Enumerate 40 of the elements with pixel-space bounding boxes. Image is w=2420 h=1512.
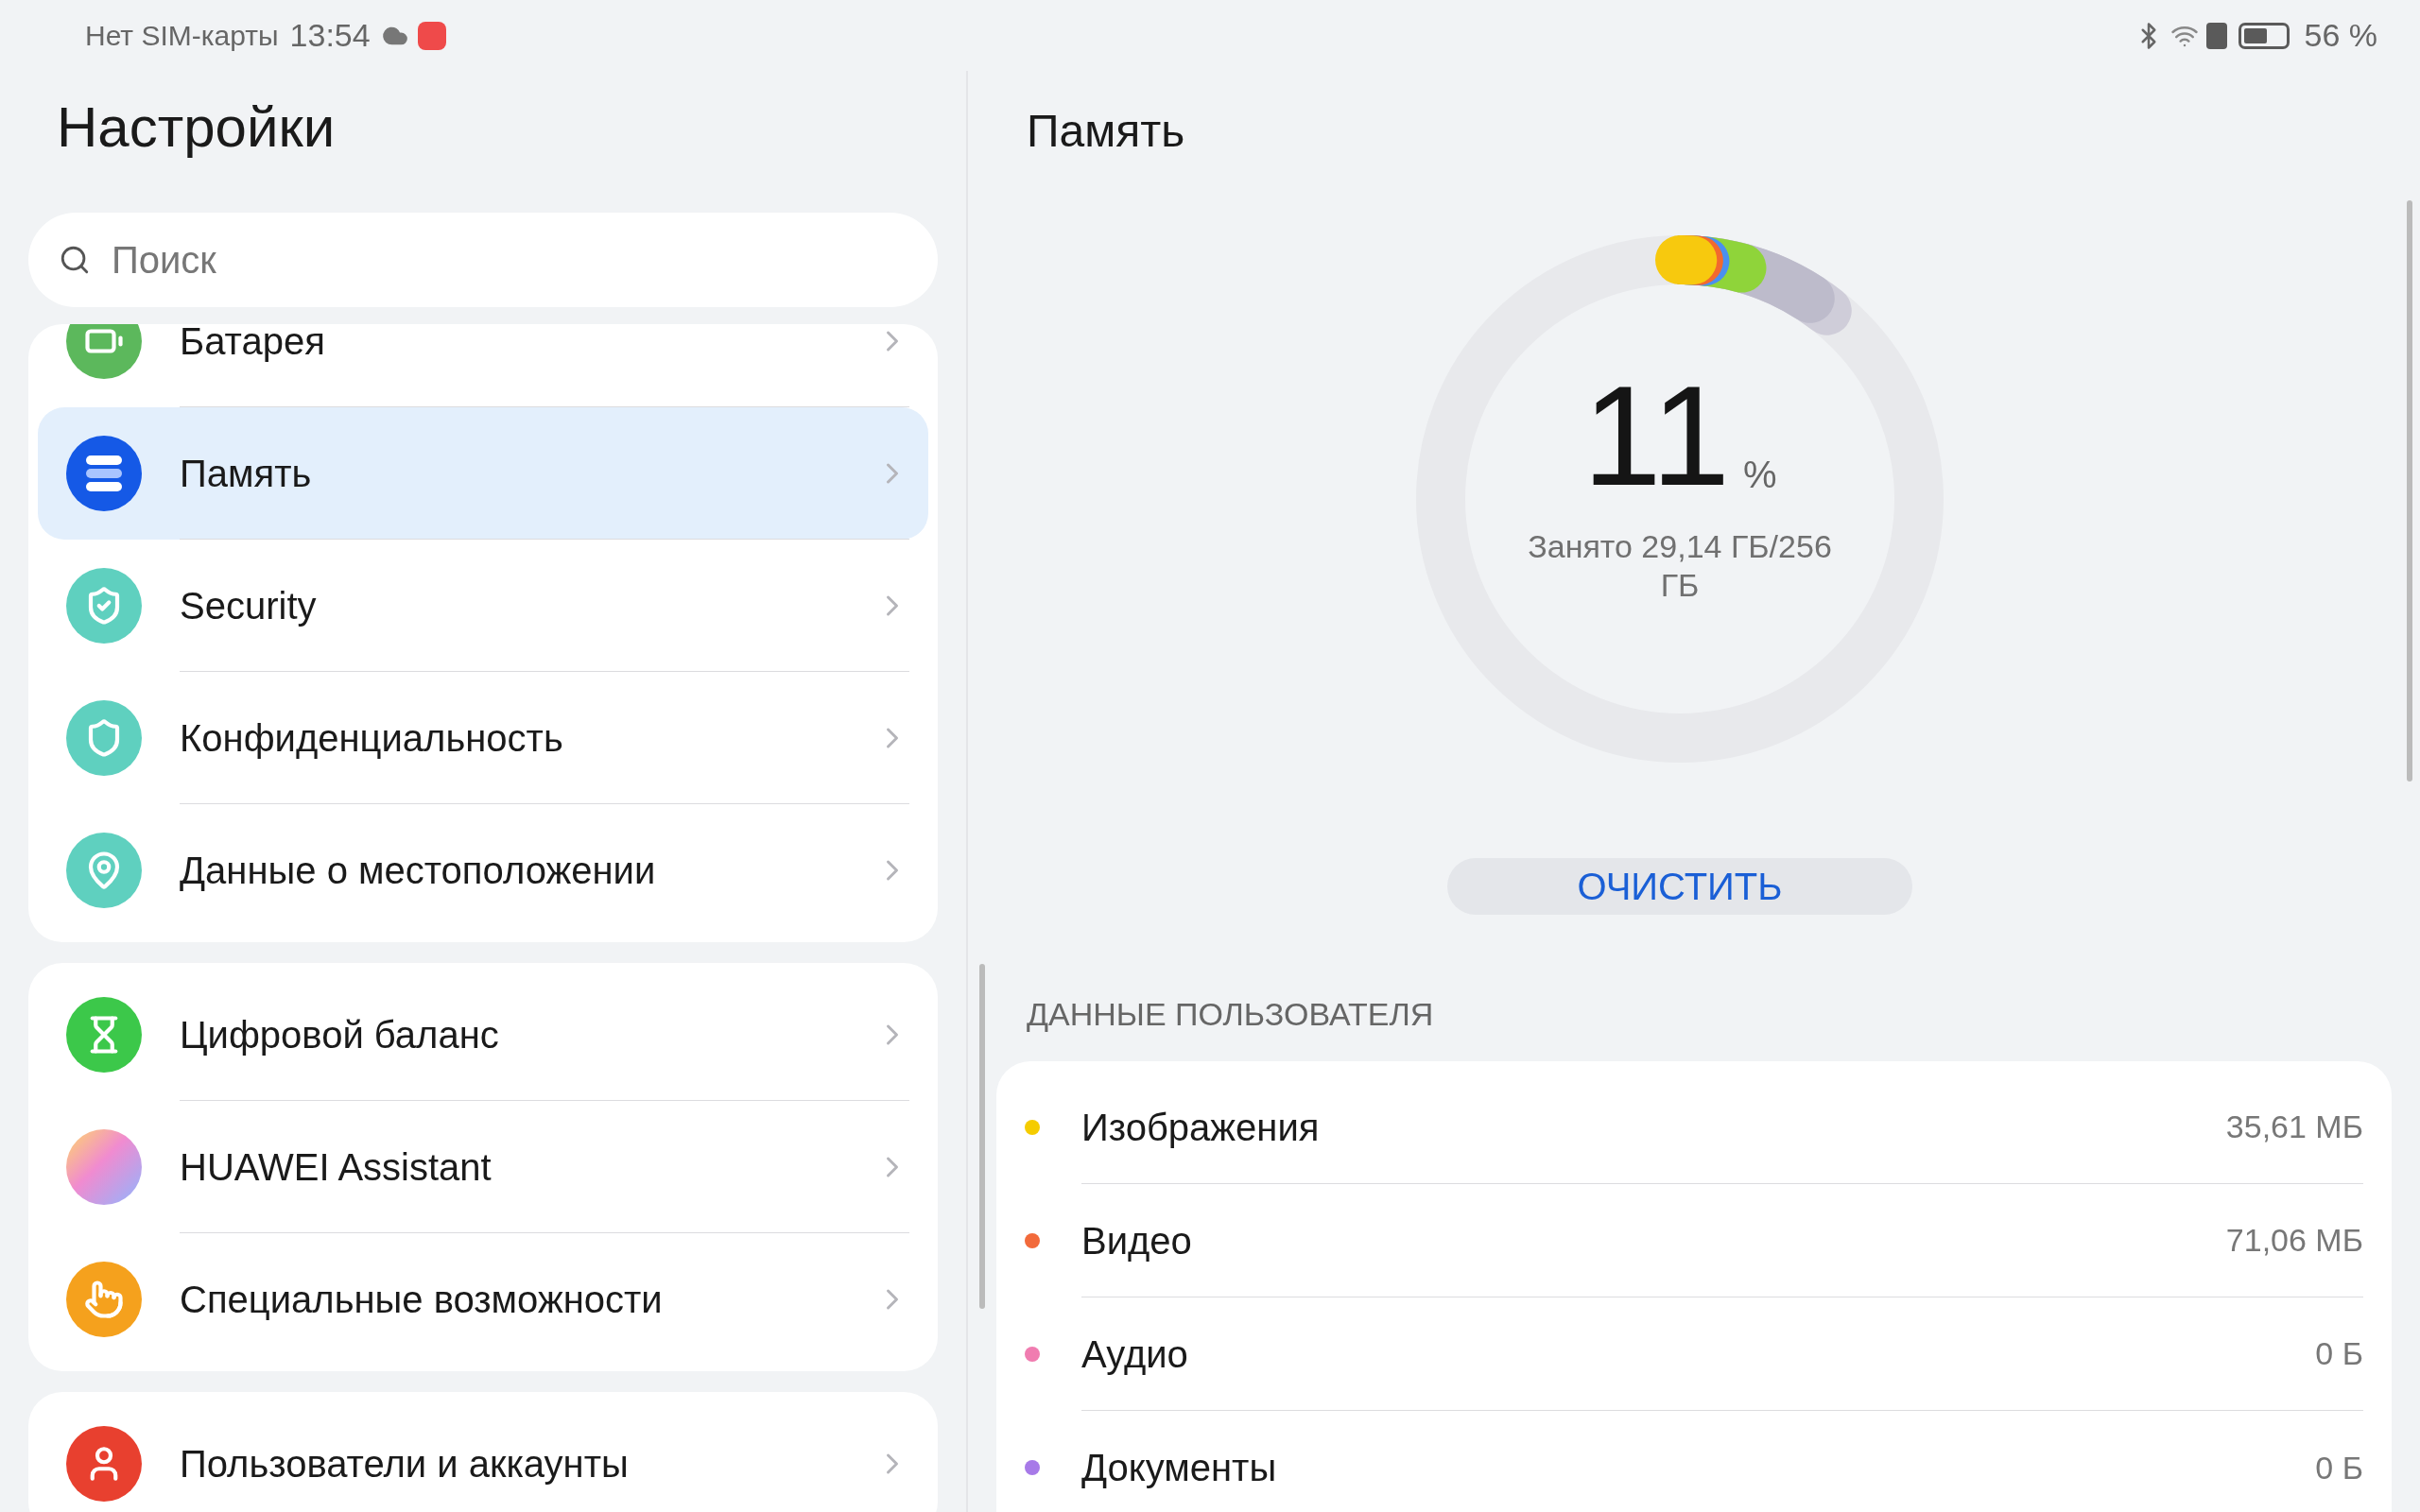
settings-row[interactable]: Конфиденциальность xyxy=(38,672,928,804)
usage-percent: 11 xyxy=(1582,365,1731,507)
category-size: 35,61 МБ xyxy=(2225,1108,2363,1146)
battery-percent: 56 % xyxy=(2304,16,2377,55)
section-header: ДАННЫЕ ПОЛЬЗОВАТЕЛЯ xyxy=(1027,995,1435,1034)
search-icon xyxy=(59,244,91,276)
row-label: Цифровой баланс xyxy=(180,1012,500,1057)
settings-row[interactable]: Память xyxy=(38,407,928,540)
settings-row[interactable]: Специальные возможности xyxy=(38,1233,928,1366)
usage-text: Занято 29,14 ГБ/256 ГБ xyxy=(1527,527,1833,605)
row-label: Данные о местоположении xyxy=(180,849,657,893)
sim-alert-icon xyxy=(2205,22,2227,49)
row-label: Батарея xyxy=(180,324,326,364)
row-label: Security xyxy=(180,583,318,628)
settings-row[interactable]: Security xyxy=(38,540,928,672)
category-label: Видео xyxy=(1081,1218,1193,1263)
row-label: Специальные возможности xyxy=(180,1278,664,1322)
clean-button[interactable]: ОЧИСТИТЬ xyxy=(1447,858,1912,915)
settings-row[interactable]: Цифровой баланс xyxy=(38,969,928,1101)
app-store-icon xyxy=(417,21,446,50)
carrier-text: Нет SIM-карты xyxy=(85,19,279,53)
settings-title: Настройки xyxy=(57,99,337,156)
battery-status-icon xyxy=(2238,22,2290,49)
category-size: 0 Б xyxy=(2315,1334,2363,1373)
row-label: Память xyxy=(180,451,313,496)
row-label: Пользователи и аккаунты xyxy=(180,1442,630,1486)
clock-time: 13:54 xyxy=(289,16,371,55)
category-label: Аудио xyxy=(1081,1332,1189,1377)
settings-row[interactable]: Пользователи и аккаунты xyxy=(38,1398,928,1512)
category-label: Документы xyxy=(1081,1446,1278,1490)
row-label: Конфиденциальность xyxy=(180,715,564,761)
percent-sign: % xyxy=(1743,453,1777,498)
settings-row[interactable]: HUAWEI Assistant xyxy=(38,1101,928,1233)
search-field[interactable]: Поиск xyxy=(28,213,938,307)
category-size: 0 Б xyxy=(2315,1448,2363,1487)
category-size: 71,06 МБ xyxy=(2225,1221,2363,1260)
settings-row[interactable]: Данные о местоположении xyxy=(38,804,928,936)
storage-title: Память xyxy=(1027,109,1186,154)
row-label: HUAWEI Assistant xyxy=(180,1144,493,1190)
category-label: Изображения xyxy=(1081,1105,1321,1150)
